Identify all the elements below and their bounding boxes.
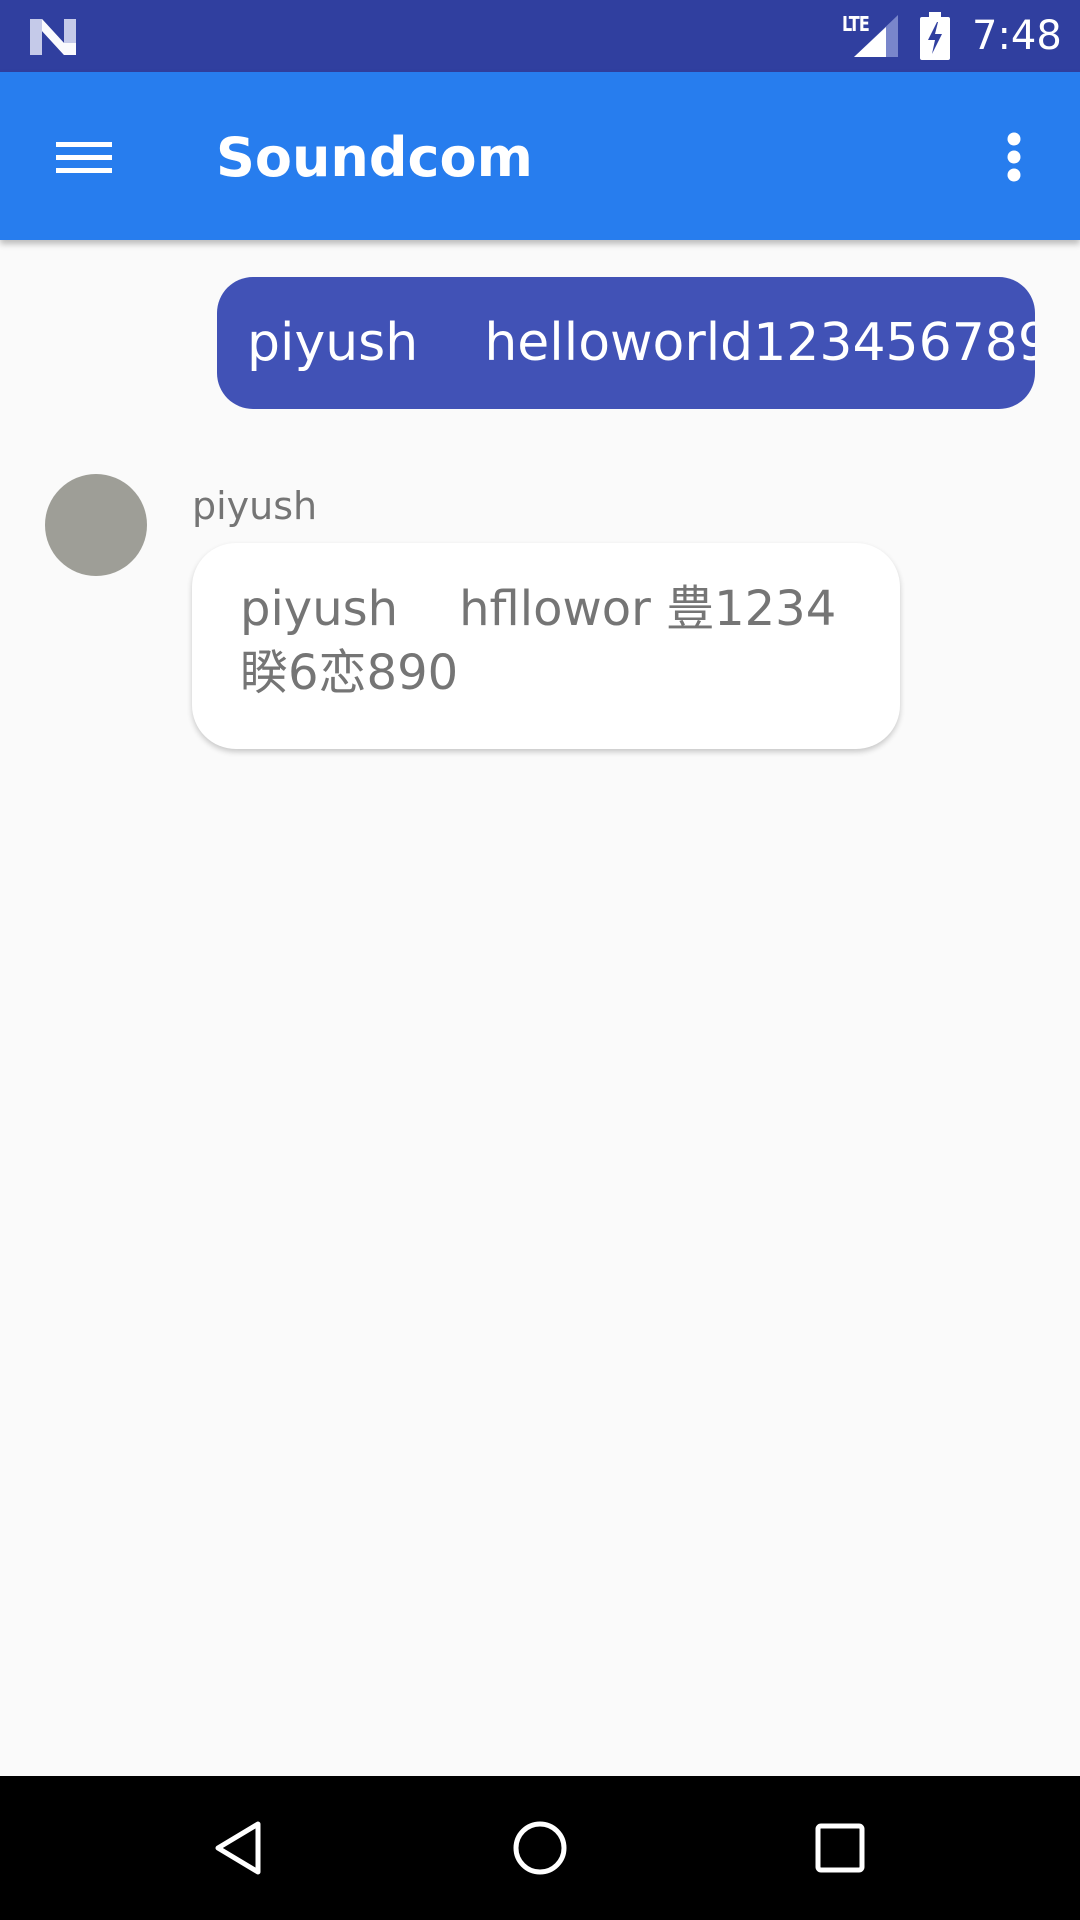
android-n-icon xyxy=(30,19,76,55)
received-message-bubble[interactable]: piyush hfllowor 豊1234 睽6恋890 xyxy=(192,543,900,749)
clock-time: 7:48 xyxy=(972,13,1062,59)
status-bar: LTE 7:48 xyxy=(0,0,1080,72)
recents-icon[interactable] xyxy=(810,1818,870,1878)
avatar[interactable] xyxy=(45,474,147,576)
hamburger-menu-icon[interactable] xyxy=(46,124,120,188)
back-icon[interactable] xyxy=(210,1818,270,1878)
signal-icon xyxy=(854,15,898,57)
app-title: Soundcom xyxy=(216,126,533,189)
sent-message-bubble[interactable]: piyush helloworld1234567890 xyxy=(217,277,1035,409)
message-sender-name: piyush xyxy=(192,484,318,528)
chat-message-list[interactable]: piyush helloworld1234567890 piyush piyus… xyxy=(0,240,1080,1776)
battery-charging-icon xyxy=(920,12,950,60)
home-icon[interactable] xyxy=(510,1818,570,1878)
navigation-bar xyxy=(0,1776,1080,1920)
app-bar: Soundcom xyxy=(0,72,1080,240)
more-vert-icon[interactable] xyxy=(990,124,1038,188)
